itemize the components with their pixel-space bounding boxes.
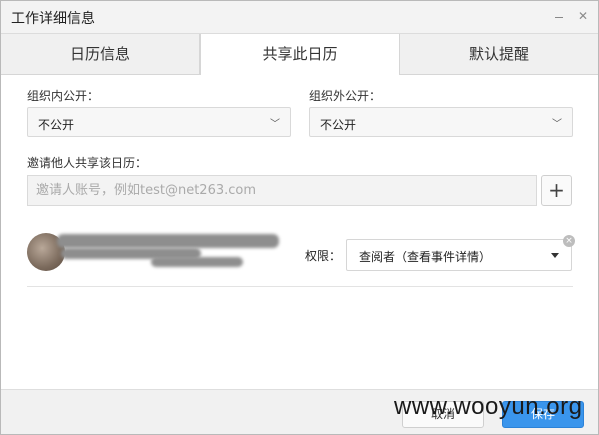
add-invitee-button[interactable]: + xyxy=(541,175,572,206)
caret-down-icon xyxy=(551,253,559,258)
redacted-name xyxy=(57,234,279,248)
permission-select[interactable]: 查阅者（查看事件详情） xyxy=(346,239,572,271)
chevron-down-icon: ﹀ xyxy=(552,119,562,130)
invite-email-input[interactable] xyxy=(28,176,536,205)
close-icon[interactable]: ✕ xyxy=(576,9,590,23)
tab-share-calendar[interactable]: 共享此日历 xyxy=(200,34,400,75)
watermark: www.wooyun.org xyxy=(394,393,583,420)
org-internal-label: 组织内公开： xyxy=(27,89,100,103)
title-bar: 工作详细信息 ✕ xyxy=(1,1,598,34)
org-external-select[interactable]: 不公开 ﹀ xyxy=(309,107,573,137)
permission-value: 查阅者（查看事件详情） xyxy=(359,250,492,264)
org-external-label: 组织外公开： xyxy=(309,89,382,103)
invite-label: 邀请他人共享该日历： xyxy=(27,156,148,170)
tab-bar: 日历信息 共享此日历 默认提醒 xyxy=(1,34,598,75)
redacted-name xyxy=(151,257,243,267)
org-external-value: 不公开 xyxy=(320,118,357,132)
divider xyxy=(27,286,573,287)
org-internal-value: 不公开 xyxy=(38,118,75,132)
tab-default-reminder[interactable]: 默认提醒 xyxy=(400,34,598,74)
dialog: 工作详细信息 ✕ 日历信息 共享此日历 默认提醒 组织内公开： 不公开 ﹀ 组织… xyxy=(0,0,599,435)
permission-label: 权限： xyxy=(305,249,342,263)
remove-icon[interactable]: × xyxy=(563,235,575,247)
minimize-icon[interactable] xyxy=(552,9,566,23)
chevron-down-icon: ﹀ xyxy=(270,119,280,130)
window-title: 工作详细信息 xyxy=(11,11,95,27)
tab-calendar-info[interactable]: 日历信息 xyxy=(1,34,200,74)
org-internal-select[interactable]: 不公开 ﹀ xyxy=(27,107,291,137)
invite-field-wrapper xyxy=(27,175,537,206)
